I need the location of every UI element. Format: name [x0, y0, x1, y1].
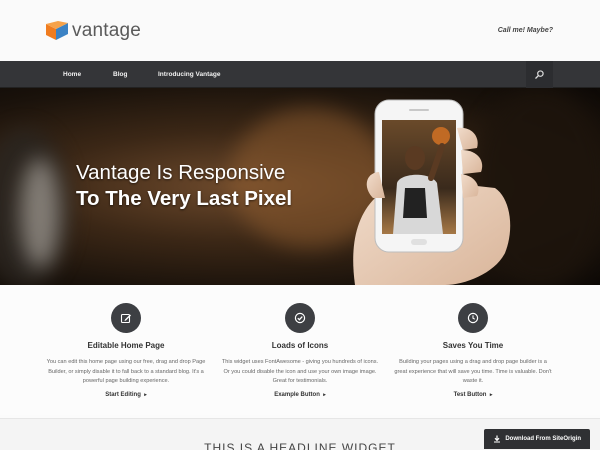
feature-saves-you-time: Saves You Time Building your pages using…	[393, 303, 553, 398]
logo-text: vantage	[72, 20, 142, 41]
feature-title: Editable Home Page	[87, 341, 165, 350]
caret-right-icon: ▸	[488, 391, 493, 398]
nav-item-home[interactable]: Home	[63, 61, 81, 88]
site-logo[interactable]: vantage	[46, 20, 141, 42]
hero-title: Vantage Is Responsive To The Very Last P…	[76, 160, 292, 212]
feature-icon-circle	[458, 303, 488, 333]
caret-right-icon: ▸	[142, 391, 147, 398]
site-header: vantage Call me! Maybe?	[0, 0, 600, 61]
feature-title: Saves You Time	[442, 341, 504, 350]
nav-item-blog[interactable]: Blog	[113, 61, 127, 88]
download-button-label: Download From SiteOrigin	[505, 436, 581, 442]
hero-bg-player	[20, 158, 60, 268]
feature-title: Loads of Icons	[271, 341, 329, 350]
hero-slider[interactable]: Vantage Is Responsive To The Very Last P…	[0, 88, 600, 285]
nav-search-button[interactable]	[526, 61, 553, 88]
feature-link-label: Example Button	[274, 391, 320, 398]
start-editing-link[interactable]: Start Editing ▸	[46, 392, 206, 398]
download-icon	[494, 435, 501, 443]
feature-icon-circle	[111, 303, 141, 333]
phone-in-hand-image	[353, 99, 511, 285]
main-navigation: Home Blog Introducing Vantage	[0, 61, 600, 88]
example-button-link[interactable]: Example Button ▸	[220, 392, 380, 398]
logo-icon	[46, 21, 68, 40]
feature-icon-circle	[285, 303, 315, 333]
hero-title-line-1: Vantage Is Responsive	[76, 161, 286, 184]
check-circle-icon	[294, 312, 306, 324]
hero-title-line-2: To The Very Last Pixel	[76, 187, 293, 210]
page: vantage Call me! Maybe? Home Blog Introd…	[0, 0, 600, 450]
feature-text: This widget uses FontAwesome - giving yo…	[221, 359, 379, 384]
test-button-link[interactable]: Test Button ▸	[393, 392, 553, 398]
feature-link-label: Start Editing	[105, 391, 141, 398]
clock-icon	[467, 312, 479, 324]
download-from-siteorigin-button[interactable]: Download From SiteOrigin	[484, 429, 590, 449]
features-section: Editable Home Page You can edit this hom…	[0, 285, 600, 415]
feature-text: You can edit this home page using our fr…	[46, 359, 206, 384]
feature-link-label: Test Button	[453, 391, 487, 398]
feature-text: Building your pages using a drag and dro…	[394, 359, 552, 384]
feature-editable-home-page: Editable Home Page You can edit this hom…	[46, 303, 206, 398]
nav-item-introducing-vantage[interactable]: Introducing Vantage	[158, 61, 220, 88]
search-icon	[535, 70, 544, 79]
feature-loads-of-icons: Loads of Icons This widget uses FontAwes…	[220, 303, 380, 398]
edit-icon	[120, 313, 131, 324]
caret-right-icon: ▸	[321, 391, 326, 398]
site-tagline: Call me! Maybe?	[497, 27, 553, 34]
